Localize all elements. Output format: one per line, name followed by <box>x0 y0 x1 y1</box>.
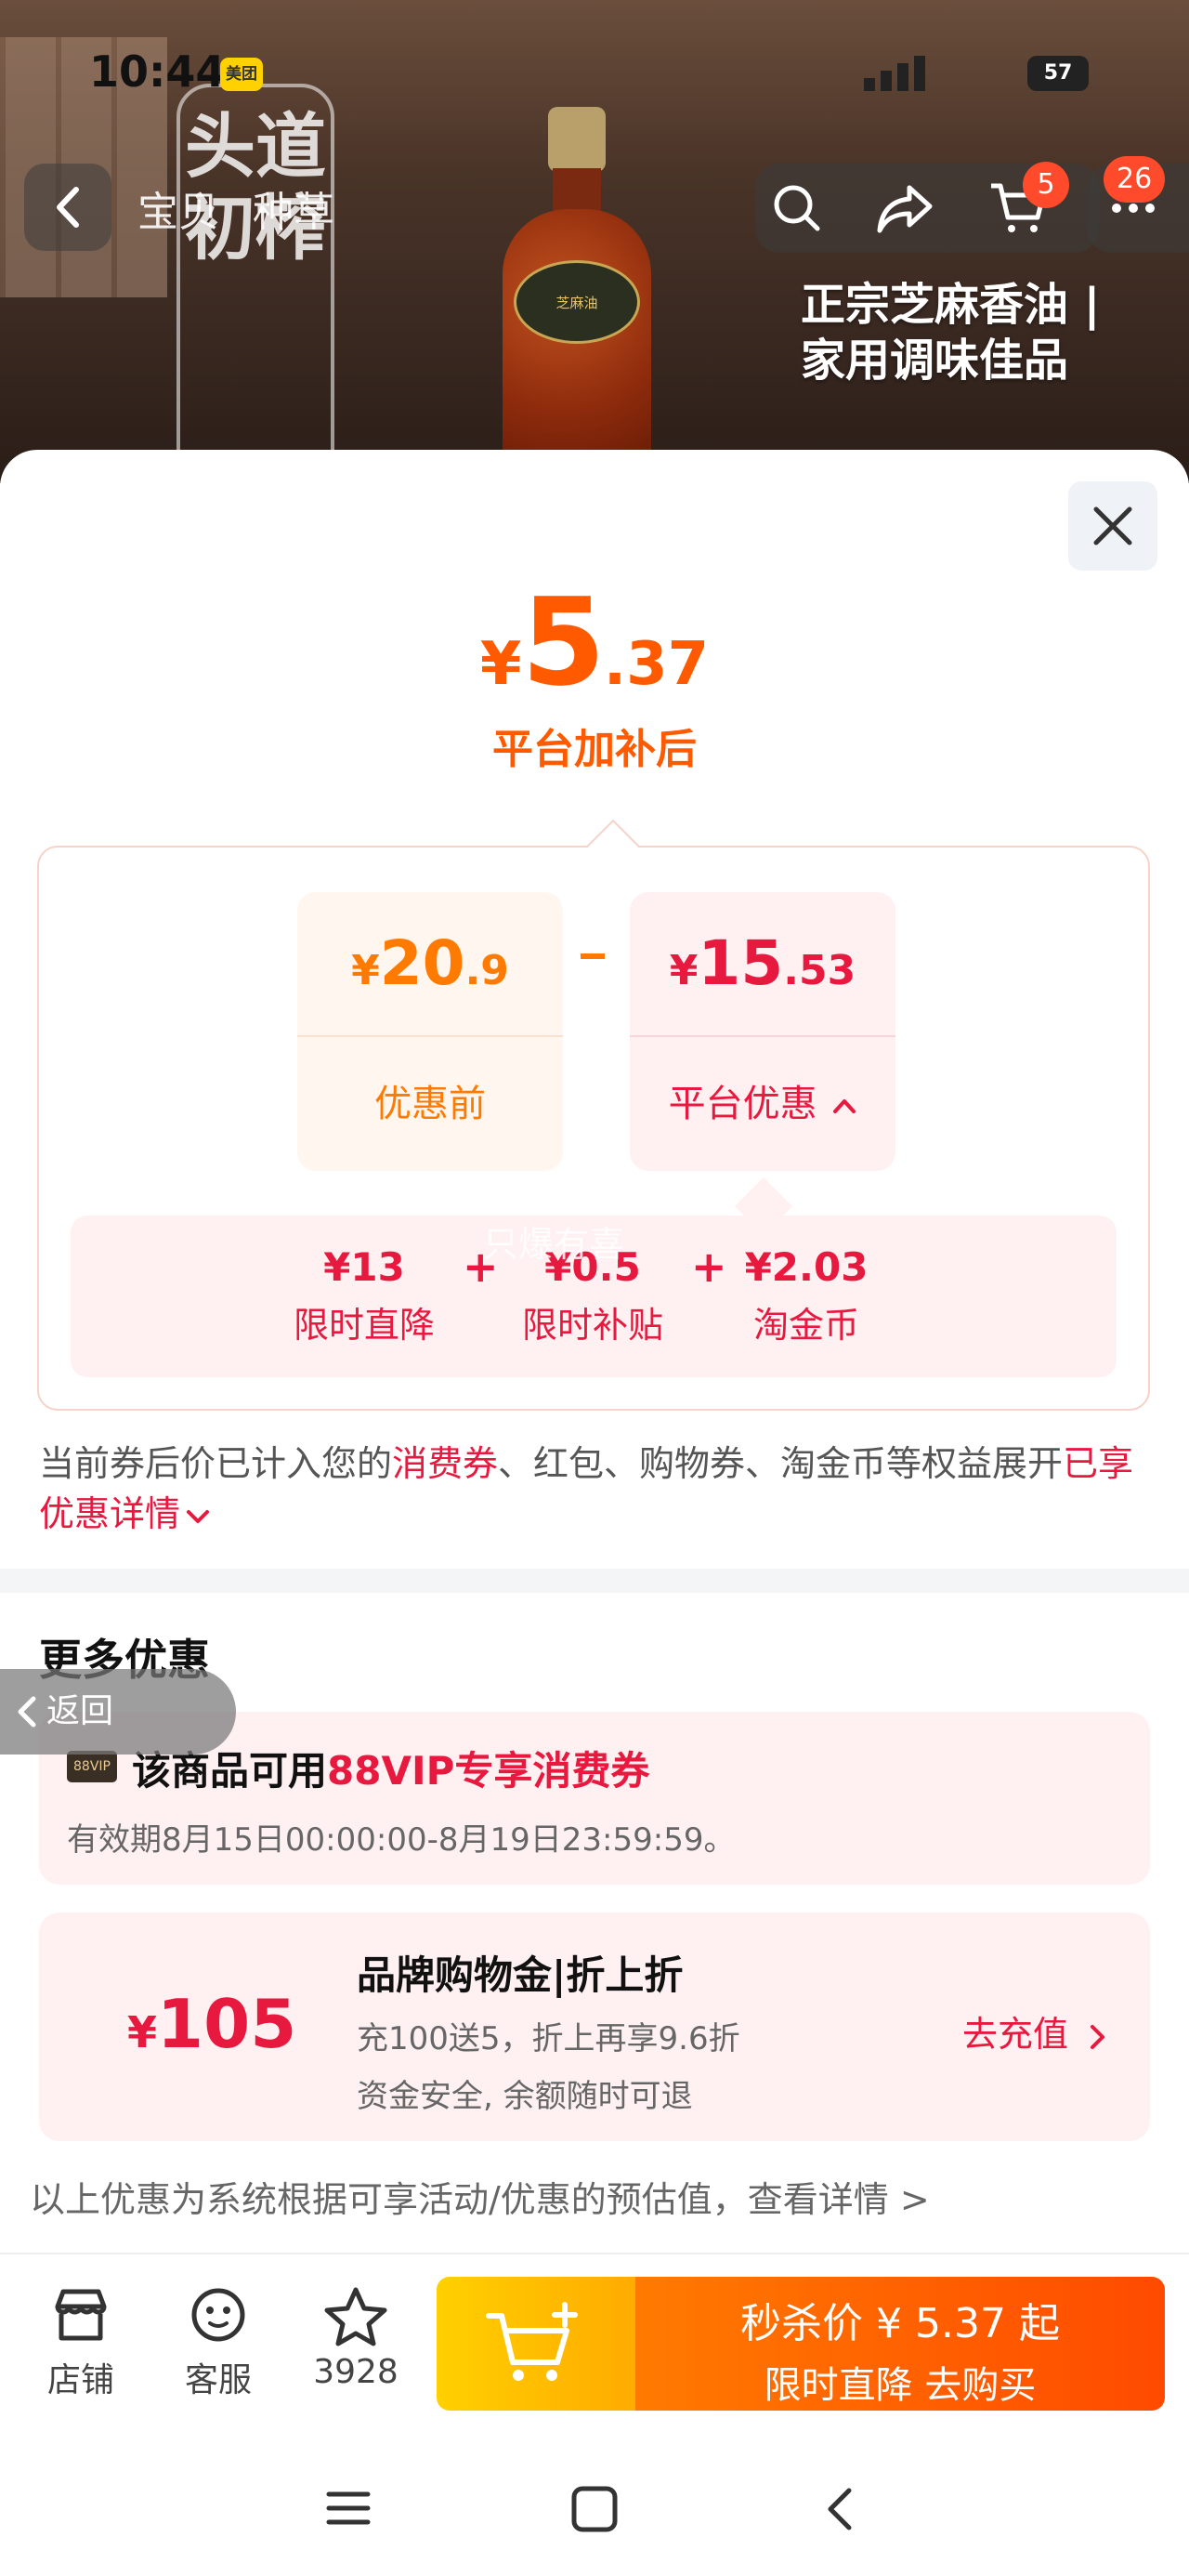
cart-badge: 5 <box>1023 162 1069 208</box>
platform-discount-currency: ¥ <box>669 947 699 994</box>
final-price-currency: ¥ <box>479 630 522 699</box>
breakdown-direct-cut: ¥13 限时直降 <box>253 1238 476 1353</box>
platform-discount-label: 平台优惠 <box>668 1083 817 1125</box>
floating-back-button[interactable]: 返回 <box>0 1669 236 1755</box>
share-icon[interactable] <box>876 180 935 236</box>
star-icon <box>324 2287 387 2346</box>
tagline-line-1: 正宗芝麻香油 | <box>801 279 1101 331</box>
tab-item-detail[interactable]: 宝贝 <box>137 189 219 236</box>
top-actions: 5 <box>755 162 1099 253</box>
cart-add-icon <box>486 2302 578 2381</box>
tab-recommend[interactable]: 种草 <box>253 189 334 236</box>
recharge-button[interactable]: 去充值 <box>962 2005 1107 2057</box>
store-icon <box>55 2289 107 2341</box>
close-button[interactable] <box>1068 481 1157 571</box>
add-to-cart-button[interactable] <box>437 2277 635 2411</box>
top-tabs: 宝贝 种草 <box>137 178 355 238</box>
status-time: 10:44 <box>89 46 226 97</box>
card-divider <box>630 1035 895 1037</box>
store-button[interactable]: 店铺 <box>30 2286 132 2401</box>
hero-banner-text: 头道初榨 <box>176 84 334 483</box>
store-label: 店铺 <box>46 2361 114 2399</box>
note-text-2: 、红包、购物券、淘金币等权益展开 <box>498 1443 1064 1484</box>
final-price-caption: 平台加补后 <box>492 726 697 773</box>
more-action[interactable]: 26 <box>1087 156 1189 253</box>
brand-credit-card[interactable]: ¥105 品牌购物金|折上折 充100送5，折上再享9.6折 资金安全, 余额随… <box>39 1912 1150 2141</box>
back-button[interactable] <box>24 164 111 251</box>
watermark-text: 只爆有喜 <box>483 1224 625 1265</box>
back-nav-icon[interactable] <box>821 2485 858 2533</box>
note-text: 当前券后价已计入您的 <box>39 1443 393 1484</box>
platform-discount-label-row: 平台优惠 <box>630 1039 895 1169</box>
price-before-card: ¥20.9 优惠前 <box>297 892 563 1171</box>
meituan-app-icon: 美团 <box>220 58 263 91</box>
price-before-integer: 20 <box>379 927 465 999</box>
search-icon[interactable] <box>769 180 825 236</box>
vip-title-highlight: 88VIP专享消费券 <box>327 1748 650 1794</box>
card-divider <box>297 1035 563 1037</box>
platform-discount-decimal: .53 <box>783 947 856 994</box>
discount-note: 当前券后价已计入您的消费券、红包、购物券、淘金币等权益展开已享优惠详情 <box>39 1439 1154 1539</box>
brand-credit-value: 105 <box>157 1985 297 2063</box>
buy-now-button[interactable]: 秒杀价 ¥ 5.37 起 限时直降 去购买 <box>635 2277 1165 2411</box>
platform-discount-integer: 15 <box>698 927 784 999</box>
chevron-up-icon <box>833 1099 856 1113</box>
final-price-decimal: .37 <box>603 630 710 699</box>
menu-icon[interactable] <box>325 2485 372 2531</box>
breakdown-value: ¥13 <box>323 1244 405 1290</box>
more-badge: 26 <box>1104 156 1166 203</box>
minus-sign <box>581 920 608 959</box>
top-nav: 宝贝 种草 5 26 <box>0 156 1189 253</box>
status-bar: 10:44 美团 57 <box>0 46 1189 102</box>
flash-sale-price: 秒杀价 ¥ 5.37 起 <box>740 2300 1060 2347</box>
chevron-left-icon <box>18 1696 36 1728</box>
system-navigation-bar <box>0 2444 1189 2576</box>
vip-coupon-validity: 有效期8月15日00:00:00-8月19日23:59:59。 <box>67 1821 736 1859</box>
price-before-currency: ¥ <box>351 947 380 994</box>
tagline-line-2: 家用调味佳品 <box>801 335 1069 387</box>
breakdown-value: ¥2.03 <box>744 1244 869 1290</box>
close-icon <box>1093 506 1132 545</box>
final-price: ¥5.37 <box>0 572 1189 713</box>
chevron-right-icon <box>1091 2024 1105 2049</box>
favorite-count: 3928 <box>313 2353 399 2391</box>
brand-credit-desc-1: 充100送5，折上再享9.6折 <box>357 2020 740 2057</box>
price-before-decimal: .9 <box>464 947 509 994</box>
breakdown-coins: ¥2.03 淘金币 <box>695 1238 918 1353</box>
battery-icon: 57 <box>1027 56 1089 91</box>
brand-credit-amount: ¥105 <box>127 1985 296 2063</box>
floating-back-label: 返回 <box>46 1692 114 1730</box>
platform-discount-card[interactable]: ¥15.53 平台优惠 <box>630 892 895 1171</box>
platform-discount-value: ¥15.53 <box>630 892 895 1035</box>
recharge-label: 去充值 <box>962 2014 1069 2055</box>
section-divider <box>0 1569 1189 1593</box>
brand-credit-desc-2: 资金安全, 余额随时可退 <box>357 2078 693 2115</box>
customer-service-label: 客服 <box>184 2361 252 2399</box>
customer-service-icon <box>191 2288 245 2342</box>
brand-credit-currency: ¥ <box>127 2007 158 2057</box>
breakdown-label: 淘金币 <box>752 1305 859 1346</box>
bottle-label: 芝麻油 <box>514 260 640 344</box>
final-price-integer: 5 <box>521 572 605 713</box>
vip-tag-icon: 88VIP <box>67 1751 117 1782</box>
consumer-coupon-link[interactable]: 消费券 <box>392 1443 498 1484</box>
breakdown-label: 限时直降 <box>293 1305 435 1346</box>
vip-title-prefix: 该商品可用 <box>132 1748 328 1794</box>
buy-now-label: 限时直降 去购买 <box>764 2364 1037 2407</box>
breakdown-label: 限时补贴 <box>521 1305 663 1346</box>
signal-icon <box>864 56 966 93</box>
price-before-label: 优惠前 <box>374 1083 486 1125</box>
hero-tagline: 正宗芝麻香油 | 家用调味佳品 <box>801 277 1100 388</box>
customer-service-button[interactable]: 客服 <box>167 2286 269 2401</box>
brand-credit-title: 品牌购物金|折上折 <box>357 1952 684 1998</box>
chevron-down-icon[interactable] <box>186 1507 210 1526</box>
favorite-button[interactable]: 3928 <box>305 2286 407 2391</box>
home-icon[interactable] <box>570 2485 619 2533</box>
price-before-value: ¥20.9 <box>297 892 563 1035</box>
chevron-left-icon <box>57 187 79 228</box>
estimate-disclaimer-link[interactable]: 以上优惠为系统根据可享活动/优惠的预估值，查看详情 > <box>30 2171 930 2222</box>
